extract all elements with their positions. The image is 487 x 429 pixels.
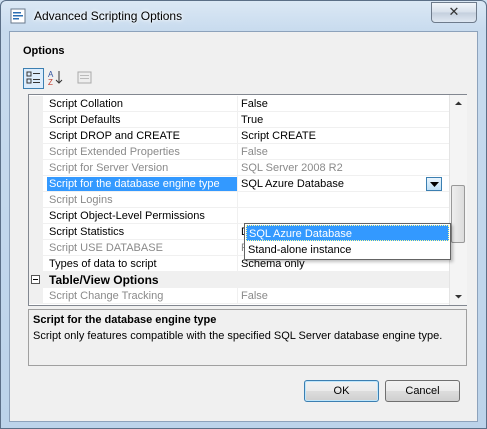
scroll-up-icon (455, 101, 462, 105)
row-margin (29, 192, 43, 208)
app-icon (10, 8, 26, 24)
property-name: Script Collation (49, 98, 123, 110)
options-heading: Options (23, 45, 65, 57)
property-value[interactable]: SQL Server 2008 R2 (241, 161, 445, 176)
dialog-client-area: Options A Z Script Collation False Scrip… (9, 31, 478, 422)
property-name: Script for the database engine type (47, 177, 237, 192)
row-margin (29, 112, 43, 128)
scroll-up-arrow[interactable] (450, 95, 467, 112)
property-name: Script Logins (49, 194, 113, 206)
window-title: Advanced Scripting Options (34, 9, 183, 23)
description-panel: Script for the database engine type Scri… (28, 309, 467, 366)
property-name: Script for Server Version (49, 162, 169, 174)
engine-type-dropdown-list: SQL Azure Database Stand-alone instance (244, 223, 451, 260)
column-separator[interactable] (237, 144, 238, 160)
column-separator[interactable] (237, 160, 238, 176)
chevron-down-icon (430, 182, 439, 187)
property-row[interactable]: Script for Server Version SQL Server 2008… (29, 160, 449, 176)
ok-button[interactable]: OK (304, 380, 379, 402)
property-row[interactable]: Script Logins (29, 192, 449, 208)
column-separator[interactable] (237, 128, 238, 144)
row-divider (43, 303, 449, 304)
scroll-down-icon (455, 295, 462, 299)
column-separator[interactable] (237, 224, 238, 240)
property-grid-rows: Script Collation False Script Defaults True… (29, 95, 449, 305)
property-row[interactable]: Script for the database engine type SQL A… (29, 176, 449, 192)
row-margin (29, 128, 43, 144)
property-name: Script Extended Properties (49, 146, 180, 158)
row-margin (29, 240, 43, 256)
cancel-button[interactable]: Cancel (385, 380, 460, 402)
dropdown-button[interactable] (426, 177, 442, 191)
title-bar[interactable]: Advanced Scripting Options ✕ (1, 1, 486, 31)
property-row[interactable]: Script Extended Properties False (29, 144, 449, 160)
column-separator[interactable] (237, 256, 238, 272)
property-name: Script Object-Level Permissions (49, 210, 205, 222)
property-value[interactable]: Script CREATE (241, 129, 445, 144)
row-margin (29, 208, 43, 224)
property-row[interactable]: Script Change Tracking False (29, 288, 449, 304)
property-value[interactable]: False (241, 97, 445, 112)
categorized-icon (26, 71, 40, 84)
property-value[interactable]: True (241, 113, 445, 128)
property-value[interactable]: False (241, 145, 445, 160)
column-separator[interactable] (237, 176, 238, 192)
row-margin (29, 288, 43, 304)
row-margin (29, 256, 43, 272)
column-separator[interactable] (237, 288, 238, 304)
property-pages-button[interactable] (75, 68, 96, 89)
svg-text:Z: Z (48, 78, 53, 87)
vertical-scrollbar[interactable] (449, 95, 467, 305)
close-button[interactable]: ✕ (431, 2, 477, 23)
row-margin (29, 160, 43, 176)
property-name: Script DROP and CREATE (49, 130, 181, 142)
alphabetical-button[interactable]: A Z (46, 68, 67, 89)
category-row[interactable]: Table/View Options (29, 272, 449, 288)
property-grid: Script Collation False Script Defaults True… (28, 94, 467, 306)
column-separator[interactable] (237, 96, 238, 112)
row-margin (29, 224, 43, 240)
property-value[interactable] (241, 209, 445, 224)
scroll-down-arrow[interactable] (450, 288, 467, 305)
close-icon: ✕ (448, 4, 460, 19)
property-pages-icon (77, 71, 92, 84)
column-separator[interactable] (237, 240, 238, 256)
row-margin (29, 176, 43, 192)
property-row[interactable]: Script Object-Level Permissions (29, 208, 449, 224)
property-name: Script Statistics (49, 226, 125, 238)
column-separator[interactable] (237, 208, 238, 224)
property-row[interactable]: Script Collation False (29, 96, 449, 112)
property-value[interactable] (241, 193, 445, 208)
categorized-button[interactable] (23, 68, 44, 89)
collapse-icon[interactable] (31, 275, 40, 284)
column-separator[interactable] (237, 112, 238, 128)
property-name: Script Change Tracking (49, 290, 164, 302)
dropdown-option-standalone[interactable]: Stand-alone instance (246, 242, 449, 258)
property-name: Script Defaults (49, 114, 121, 126)
advanced-scripting-options-dialog: Advanced Scripting Options ✕ Options A Z (0, 0, 487, 429)
category-name: Table/View Options (49, 273, 159, 287)
description-title: Script for the database engine type (33, 314, 217, 326)
row-margin (29, 96, 43, 112)
row-margin (29, 144, 43, 160)
property-value[interactable]: SQL Azure Database (241, 177, 445, 192)
property-row[interactable]: Script DROP and CREATE Script CREATE (29, 128, 449, 144)
property-row[interactable]: Script Defaults True (29, 112, 449, 128)
dropdown-option-sql-azure[interactable]: SQL Azure Database (246, 225, 449, 241)
scroll-thumb[interactable] (451, 185, 465, 243)
property-name: Script USE DATABASE (49, 242, 163, 254)
property-name: Types of data to script (49, 258, 157, 270)
column-separator[interactable] (237, 192, 238, 208)
description-text: Script only features compatible with the… (33, 330, 443, 342)
property-value[interactable]: False (241, 289, 445, 304)
alphabetical-icon: A Z (48, 70, 63, 87)
